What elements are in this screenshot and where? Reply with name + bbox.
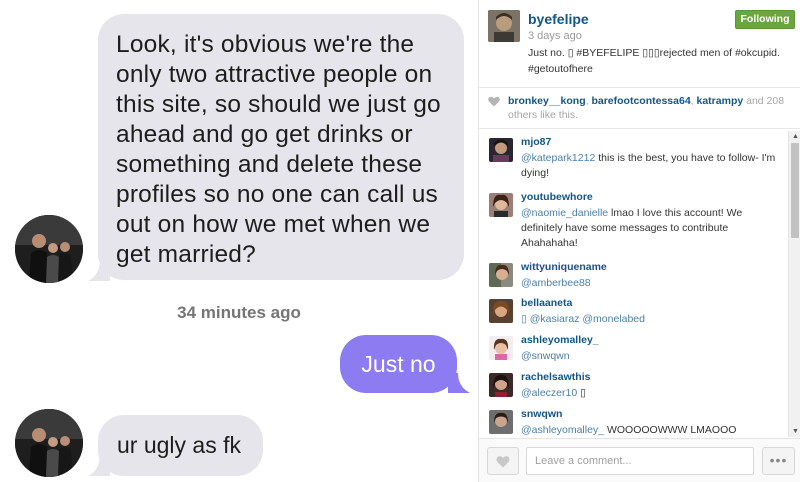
liker-link[interactable]: katrampy — [697, 95, 744, 107]
comment-text: @amberbee88 — [521, 276, 783, 291]
post-username[interactable]: byefelipe — [528, 11, 589, 27]
post-time: 3 days ago — [528, 30, 582, 42]
commenter-username[interactable]: youtubewhore — [521, 191, 593, 203]
comment-text: @naomie_danielle lmao I love this accoun… — [521, 207, 743, 249]
commenter-avatar[interactable] — [489, 373, 513, 397]
like-button[interactable] — [487, 447, 519, 475]
comment-bar: ••• — [479, 438, 800, 482]
following-button[interactable]: Following — [735, 10, 795, 29]
heart-icon — [496, 456, 510, 468]
commenter-username[interactable]: mjo87 — [521, 136, 551, 148]
scroll-thumb[interactable] — [791, 143, 799, 238]
mention-link[interactable]: @aleczer10 — [521, 387, 577, 399]
comment-text: @katepark1212 this is the best, you have… — [521, 152, 776, 179]
post-header: byefelipe 3 days ago Just no. ▯ #BYEFELI… — [479, 0, 800, 88]
commenter-avatar[interactable] — [489, 138, 513, 162]
commenter-avatar[interactable] — [489, 410, 513, 434]
commenter-username[interactable]: rachelsawthis — [521, 371, 590, 383]
post-sidebar: byefelipe 3 days ago Just no. ▯ #BYEFELI… — [478, 0, 800, 482]
comment-text: @aleczer10 ▯ — [521, 387, 586, 399]
commenter-username[interactable]: ashleyomalley_ — [521, 334, 599, 346]
mention-link[interactable]: ▯ @kasiaraz @monelabed — [521, 313, 645, 325]
commenter-username[interactable]: snwqwn — [521, 408, 562, 420]
chat-screenshot: Look, it's obvious we're the only two at… — [0, 0, 478, 482]
profile-avatar[interactable] — [488, 10, 520, 42]
outgoing-message: Just no — [340, 335, 457, 393]
liker-link[interactable]: barefootcontessa64 — [591, 95, 690, 107]
mention-link[interactable]: @katepark1212 — [521, 152, 595, 164]
mention-link[interactable]: @snwqwn — [521, 350, 570, 362]
commenter-avatar[interactable] — [489, 299, 513, 323]
incoming-message: ur ugly as fk — [98, 415, 263, 476]
scroll-up-icon[interactable]: ▲ — [792, 133, 799, 140]
comment-text: @ashleyomalley_ WOOOOOWWW LMAOOO — [521, 424, 737, 436]
commenter-username[interactable]: wittyuniquename — [521, 261, 607, 273]
comment-text: @snwqwn — [521, 349, 783, 364]
comments-scrollbar[interactable]: ▲ ▼ — [788, 131, 800, 437]
likes-row: bronkey__kong, barefootcontessa64, katra… — [479, 89, 800, 129]
incoming-message: Look, it's obvious we're the only two at… — [98, 14, 464, 280]
mention-link[interactable]: @ashleyomalley_ — [521, 424, 604, 436]
more-options-button[interactable]: ••• — [762, 447, 795, 475]
comment-text: ▯ @kasiaraz @monelabed — [521, 312, 783, 327]
likes-summary: bronkey__kong, barefootcontessa64, katra… — [508, 95, 785, 121]
sender-avatar — [15, 409, 83, 477]
mention-link[interactable]: @amberbee88 — [521, 277, 591, 289]
mention-link[interactable]: @naomie_danielle — [521, 207, 608, 219]
commenter-avatar[interactable] — [489, 336, 513, 360]
message-timestamp: 34 minutes ago — [177, 303, 301, 322]
comment-input[interactable] — [526, 447, 754, 475]
commenter-avatar[interactable] — [489, 193, 513, 217]
comments-list: mjo87 @katepark1212 this is the best, yo… — [479, 131, 789, 437]
commenter-username[interactable]: bellaaneta — [521, 297, 572, 309]
scroll-down-icon[interactable]: ▼ — [792, 428, 799, 435]
liker-link[interactable]: bronkey__kong — [508, 95, 586, 107]
post-caption: Just no. ▯ #BYEFELIPE ▯▯▯rejected men of… — [528, 47, 780, 75]
sender-avatar — [15, 215, 83, 283]
commenter-avatar[interactable] — [489, 263, 513, 287]
heart-icon — [488, 96, 500, 107]
